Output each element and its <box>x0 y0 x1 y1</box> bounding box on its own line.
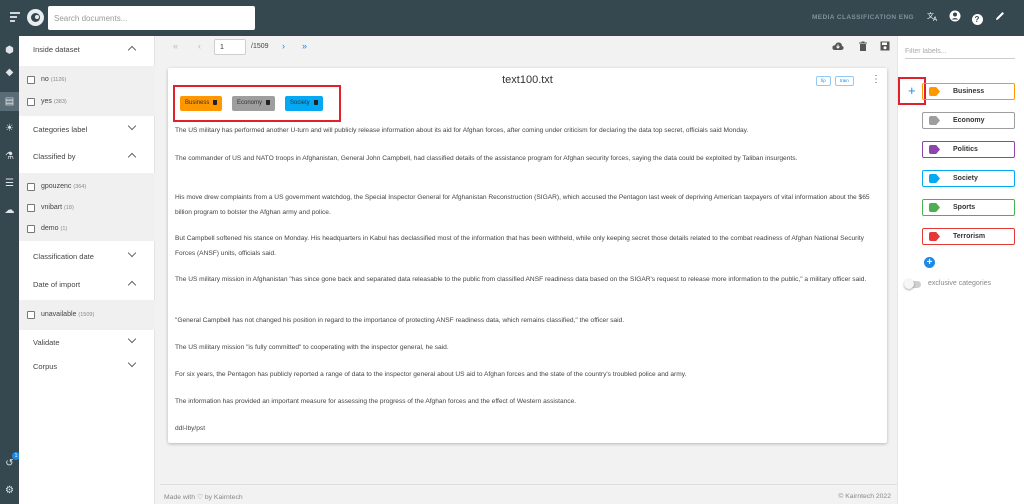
document-labels: Business Economy Society <box>173 85 341 122</box>
tag-icon <box>929 116 940 125</box>
exclusive-categories-label: exclusive categories <box>928 280 992 287</box>
save-icon[interactable] <box>879 41 891 53</box>
filters-panel: Inside dataset no (1126) yes (383) Categor… <box>19 36 155 504</box>
chevron-down-icon <box>127 334 137 344</box>
category-economy[interactable]: Economy <box>922 112 1015 129</box>
settings-icon[interactable]: ⚙ <box>3 484 16 497</box>
tag-icon <box>929 232 940 241</box>
document-paragraph: ddl-lby/pst <box>175 425 206 432</box>
labels-panel: + Business Economy Politics Society Spor… <box>897 36 1024 504</box>
app-logo[interactable] <box>27 9 44 26</box>
footer-credit: Made with ♡ by Kairntech <box>164 494 243 501</box>
filter-date-of-import[interactable]: Date of import <box>19 271 155 297</box>
filter-corpus[interactable]: Corpus <box>19 353 155 379</box>
exclusive-categories-toggle[interactable] <box>904 279 921 289</box>
menu-icon[interactable] <box>10 12 20 22</box>
flask-icon[interactable]: ⚗ <box>3 150 16 163</box>
checkbox[interactable] <box>27 76 35 84</box>
category-business[interactable]: Business <box>922 83 1015 100</box>
category-terrorism[interactable]: Terrorism <box>922 228 1015 245</box>
label-chip-economy[interactable]: Economy <box>232 96 276 111</box>
edit-icon[interactable] <box>992 10 1008 26</box>
document-toolbar: « ‹ /1509 › » <box>160 36 897 60</box>
filter-classified-by-options: gpouzenc (364) vnibart (18) demo (1) <box>19 173 155 241</box>
tag-icon <box>929 203 940 212</box>
chevron-down-icon <box>127 121 137 131</box>
project-name[interactable]: MEDIA CLASSIFICATION ENG <box>790 14 914 21</box>
fip-button[interactable]: fip <box>816 76 831 86</box>
footer-copyright: © Kairntech 2022 <box>838 493 891 500</box>
delete-label-icon[interactable] <box>266 100 271 105</box>
first-page-button[interactable]: « <box>173 41 178 51</box>
model-icon[interactable]: ☁ <box>3 204 16 217</box>
document-paragraph: The US military mission in Afghanistan "… <box>175 276 867 283</box>
search-input[interactable] <box>48 6 255 30</box>
account-icon[interactable] <box>947 10 963 26</box>
help-icon[interactable]: ? <box>969 10 985 26</box>
document-paragraph: The US military has performed another U-… <box>175 127 749 134</box>
filter-classification-date[interactable]: Classification date <box>19 243 155 269</box>
document-paragraph: But Campbell softened his stance on Mond… <box>175 235 864 257</box>
footer: Made with ♡ by Kairntech © Kairntech 202… <box>160 484 897 504</box>
delete-label-icon[interactable] <box>313 100 318 105</box>
document-paragraph: For six years, the Pentagon has publicly… <box>175 371 687 378</box>
document-paragraph: "General Campbell has not changed his po… <box>175 317 625 324</box>
checkbox[interactable] <box>27 183 35 191</box>
checkbox[interactable] <box>27 98 35 106</box>
category-sports[interactable]: Sports <box>922 199 1015 216</box>
filter-validate[interactable]: Validate <box>19 329 155 355</box>
next-page-button[interactable]: › <box>282 41 285 51</box>
prev-page-button[interactable]: ‹ <box>198 41 201 51</box>
filter-categories-label[interactable]: Categories label <box>19 116 155 142</box>
filter-labels-input[interactable] <box>905 48 1015 59</box>
chevron-down-icon <box>127 358 137 368</box>
category-politics[interactable]: Politics <box>922 141 1015 158</box>
chevron-up-icon <box>127 45 137 55</box>
chevron-up-icon <box>127 280 137 290</box>
document-icon[interactable]: ▤ <box>0 92 19 111</box>
translate-icon[interactable]: 文A <box>925 10 941 26</box>
add-category-icon[interactable]: + <box>924 257 935 268</box>
chevron-up-icon <box>127 152 137 162</box>
checkbox[interactable] <box>27 225 35 233</box>
filter-date-of-import-options: unavailable (1509) <box>19 300 155 330</box>
filter-classified-by[interactable]: Classified by <box>19 143 155 169</box>
document-card: text100.txt fip train ⋮ Business Economy… <box>168 68 887 443</box>
document-paragraph: The US military mission "is fully commit… <box>175 344 449 351</box>
list-icon[interactable]: ☰ <box>3 177 16 190</box>
last-page-button[interactable]: » <box>302 41 307 51</box>
category-society[interactable]: Society <box>922 170 1015 187</box>
document-paragraph: His move drew complaints from a US gover… <box>175 194 870 216</box>
filter-inside-dataset-options: no (1126) yes (383) <box>19 66 155 116</box>
document-paragraph: The commander of US and NATO troops in A… <box>175 155 798 162</box>
train-button[interactable]: train <box>835 76 854 86</box>
dataset-icon[interactable]: ⬢ <box>3 44 16 57</box>
document-paragraph: The information has provided an importan… <box>175 398 577 405</box>
tag-icon <box>929 174 940 183</box>
label-chip-business[interactable]: Business <box>180 96 223 111</box>
svg-text:A: A <box>933 16 938 22</box>
bulb-icon[interactable]: ☀ <box>3 122 16 135</box>
checkbox[interactable] <box>27 204 35 212</box>
label-chip-society[interactable]: Society <box>285 96 323 111</box>
page-total: /1509 <box>251 43 269 50</box>
download-icon[interactable] <box>832 41 844 53</box>
plus-icon: + <box>908 83 916 98</box>
tag-icon <box>929 145 940 154</box>
delete-label-icon[interactable] <box>213 100 218 105</box>
checkbox[interactable] <box>27 311 35 319</box>
chevron-down-icon <box>127 248 137 258</box>
left-rail: ⬢ ◆ ▤ ☀ ⚗ ☰ ☁ ↺ 1 ⚙ <box>0 36 20 504</box>
tag-icon[interactable]: ◆ <box>3 66 16 79</box>
tag-icon <box>929 87 940 96</box>
filter-inside-dataset[interactable]: Inside dataset <box>19 36 155 62</box>
delete-icon[interactable] <box>857 41 869 53</box>
more-vert-icon[interactable]: ⋮ <box>871 74 881 85</box>
top-bar: MEDIA CLASSIFICATION ENG 文A ? <box>0 0 1024 36</box>
page-input[interactable] <box>214 39 246 55</box>
